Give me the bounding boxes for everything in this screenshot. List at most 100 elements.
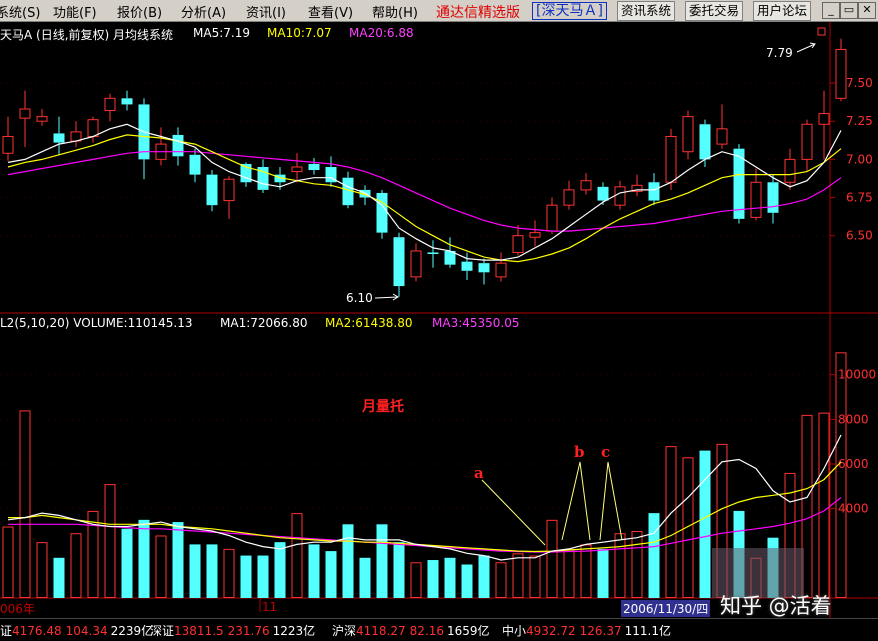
volume-bar — [138, 519, 150, 598]
index-item: 深证13811.5 231.76 1223亿 — [150, 622, 315, 639]
candle-body — [376, 192, 388, 233]
candle-body — [699, 124, 711, 160]
candle-body — [223, 178, 235, 202]
price-title: 天马A (日线,前复权) 月均线系统 — [0, 28, 174, 42]
vol-ma1-readout: MA1:72066.80 — [220, 316, 308, 330]
volume-bar — [308, 544, 320, 598]
volume-bar — [342, 524, 354, 598]
candle-body — [393, 237, 405, 287]
volume-bar — [155, 535, 167, 599]
volume-bar — [240, 555, 252, 598]
candle-body — [121, 98, 133, 105]
index-name: 沪深 — [332, 624, 357, 638]
index-value: 4118.27 — [356, 624, 406, 638]
candle-body — [410, 250, 422, 278]
volume-bar — [478, 555, 490, 598]
volume-bar — [512, 553, 524, 598]
volume-bar — [648, 513, 660, 598]
ma5-readout: MA5:7.19 — [193, 26, 250, 40]
volume-bar — [529, 555, 541, 598]
index-item: 中小4932.72 126.37 111.1亿 — [502, 622, 671, 639]
index-change: 82.16 — [409, 624, 444, 638]
candle-body — [750, 181, 762, 218]
price-tick-label: 6.50 — [846, 229, 873, 243]
candle-body — [580, 180, 592, 191]
volume-bar — [614, 533, 626, 599]
price-tick-label: 6.75 — [846, 191, 873, 205]
ma5-line — [7, 123, 842, 261]
candle-body — [206, 174, 218, 206]
volume-bar — [699, 450, 711, 598]
candle-body — [19, 108, 31, 119]
price-tick-label: 7.50 — [846, 76, 873, 90]
volume-bar — [393, 542, 405, 598]
candle-body — [53, 133, 65, 143]
index-name: 中小 — [502, 624, 527, 638]
marker-a: a — [474, 464, 484, 482]
volume-bar — [410, 562, 422, 598]
vol-ma1-line — [7, 434, 842, 561]
index-name: 证 — [0, 624, 13, 638]
volume-bar — [818, 412, 830, 598]
candle-body — [801, 123, 813, 160]
index-item: 证4176.48 104.34 2239亿 — [0, 622, 153, 639]
candle-body — [767, 182, 779, 213]
time-label-year: 006年 — [0, 602, 35, 616]
index-change: 126.37 — [579, 624, 622, 638]
volume-bar — [2, 526, 14, 598]
volume-bar — [223, 548, 235, 598]
volume-bar — [546, 519, 558, 598]
candle-body — [104, 97, 116, 112]
volume-title: L2(5,10,20) VOLUME:110145.13 — [0, 316, 193, 330]
volume-bar — [444, 557, 456, 598]
volume-bar — [631, 531, 643, 598]
watermark: 知乎 @活着 — [720, 594, 832, 618]
candle-body — [36, 116, 48, 122]
index-value: 4176.48 — [12, 624, 62, 638]
volume-bar — [19, 410, 31, 598]
candle-body — [2, 135, 14, 154]
candle-body — [87, 119, 99, 137]
index-amount: 1659亿 — [447, 624, 490, 638]
marker-a-line — [481, 479, 546, 546]
candle-body — [614, 186, 626, 206]
volume-bar — [70, 533, 82, 599]
vol-ma3-readout: MA3:45350.05 — [432, 316, 520, 330]
candle-body — [563, 189, 575, 206]
candle-body — [648, 182, 660, 201]
candle-body — [427, 252, 439, 254]
candle-body — [546, 204, 558, 232]
volume-bar — [580, 544, 592, 599]
candle-body — [597, 186, 609, 201]
volume-bar — [376, 524, 388, 598]
ma20-line — [7, 151, 842, 232]
volume-bar — [189, 544, 201, 598]
marker-b: b — [574, 443, 585, 461]
volume-bar — [206, 544, 218, 598]
candle-body — [716, 128, 728, 145]
volume-bar — [274, 542, 286, 598]
volume-tick-label: 6000 — [838, 457, 869, 471]
ma10-readout: MA10:7.07 — [267, 26, 332, 40]
index-item: 沪深4118.27 82.16 1659亿 — [332, 622, 490, 639]
volume-bar — [427, 560, 439, 598]
candle-body — [512, 235, 524, 253]
vol-ma2-line — [8, 461, 842, 553]
marker-b-line — [561, 461, 591, 541]
candle-body — [818, 113, 830, 125]
volume-bar — [172, 522, 184, 598]
volume-bar — [53, 557, 65, 598]
index-amount: 1223亿 — [272, 624, 316, 638]
candle-body — [189, 154, 201, 175]
marker-c-line — [599, 461, 623, 541]
volume-bar — [257, 555, 269, 598]
volume-bar — [495, 562, 507, 598]
volume-bar — [359, 557, 371, 598]
candle-body — [291, 166, 303, 173]
ma20-readout: MA20:6.88 — [349, 26, 414, 40]
time-label-month: 11 — [262, 600, 278, 614]
candle-body — [784, 158, 796, 183]
volume-bar — [121, 528, 133, 598]
index-name: 深证 — [150, 624, 175, 638]
index-change: 104.34 — [65, 624, 108, 638]
